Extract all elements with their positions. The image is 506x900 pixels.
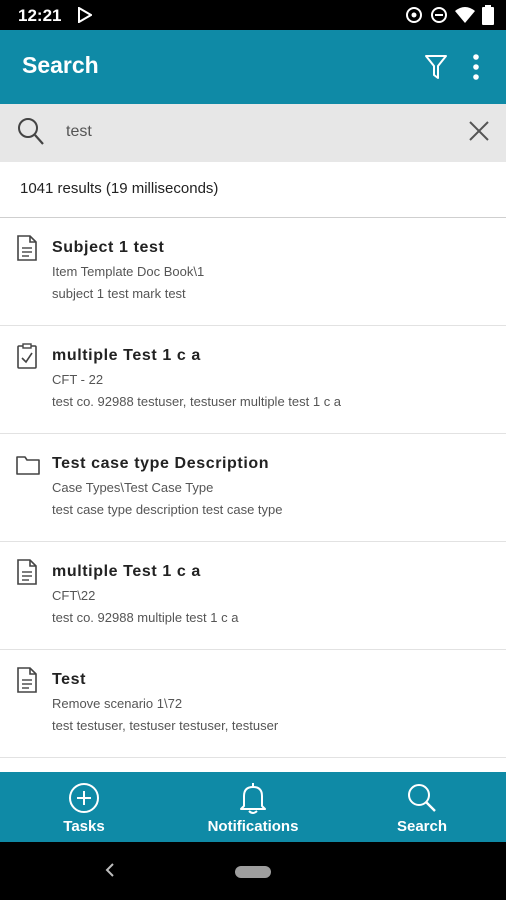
result-snippet: subject 1 test mark test (52, 286, 186, 301)
result-item[interactable]: Test case type Description Case Types\Te… (0, 434, 506, 542)
status-time: 12:21 (18, 6, 62, 25)
document-icon (16, 559, 38, 590)
task-checklist-icon (16, 343, 38, 374)
system-navigation-bar (0, 842, 506, 900)
folder-icon (16, 451, 40, 482)
nav-tasks-label: Tasks (63, 818, 105, 835)
nav-notifications[interactable]: Notifications (169, 772, 337, 842)
result-item[interactable]: Test Remove scenario 1\72 test testuser,… (0, 650, 506, 758)
bottom-navigation: Tasks Notifications Search (0, 772, 506, 842)
document-icon (16, 667, 38, 698)
result-item[interactable]: multiple Test 1 c a CFT\22 test co. 9298… (0, 542, 506, 650)
wifi-icon (455, 7, 475, 23)
results-summary: 1041 results (19 milliseconds) (0, 162, 506, 218)
result-title: multiple Test 1 c a (52, 563, 201, 580)
result-path: CFT\22 (52, 588, 96, 603)
result-title: multiple Test 1 c a (52, 347, 201, 364)
result-snippet: test co. 92988 testuser, testuser multip… (52, 394, 342, 409)
clear-search-icon[interactable] (468, 120, 490, 147)
nav-search[interactable]: Search (338, 772, 506, 842)
app-bar: Search (0, 30, 506, 104)
result-path: Case Types\Test Case Type (52, 480, 214, 495)
status-bar: 12:21 (0, 0, 506, 30)
result-path: CFT - 22 (52, 372, 104, 387)
page-title: Search (22, 52, 99, 78)
status-icons (405, 5, 494, 25)
home-pill[interactable] (235, 866, 271, 878)
bell-icon (240, 783, 266, 814)
search-icon (16, 116, 46, 153)
document-icon (16, 235, 38, 266)
add-circle-icon (69, 783, 99, 813)
result-title: Subject 1 test (52, 239, 165, 256)
do-not-disturb-icon (431, 7, 447, 23)
result-path: Item Template Doc Book\1 (52, 264, 205, 279)
nav-tasks[interactable]: Tasks (0, 772, 168, 842)
search-bar: test (0, 104, 506, 162)
nav-notifications-label: Notifications (207, 818, 299, 835)
back-icon[interactable] (104, 860, 116, 885)
results-list: Subject 1 test Item Template Doc Book\1 … (0, 218, 506, 758)
play-store-icon (78, 6, 93, 28)
result-snippet: test co. 92988 multiple test 1 c a (52, 610, 239, 625)
result-item[interactable]: Subject 1 test Item Template Doc Book\1 … (0, 218, 506, 326)
battery-icon (482, 5, 494, 25)
more-options-icon[interactable] (466, 52, 486, 82)
nav-search-label: Search (396, 818, 448, 835)
result-snippet: test testuser, testuser testuser, testus… (52, 718, 279, 733)
filter-icon[interactable] (424, 53, 448, 81)
results-count-text: 1041 results (19 milliseconds) (20, 180, 219, 197)
result-path: Remove scenario 1\72 (52, 696, 183, 711)
result-title: Test (52, 671, 87, 688)
data-saver-icon (406, 7, 422, 23)
result-snippet: test case type description test case typ… (52, 502, 283, 517)
search-icon (408, 784, 436, 812)
result-title: Test case type Description (52, 455, 270, 472)
search-input[interactable]: test (66, 123, 92, 141)
result-item[interactable]: multiple Test 1 c a CFT - 22 test co. 92… (0, 326, 506, 434)
